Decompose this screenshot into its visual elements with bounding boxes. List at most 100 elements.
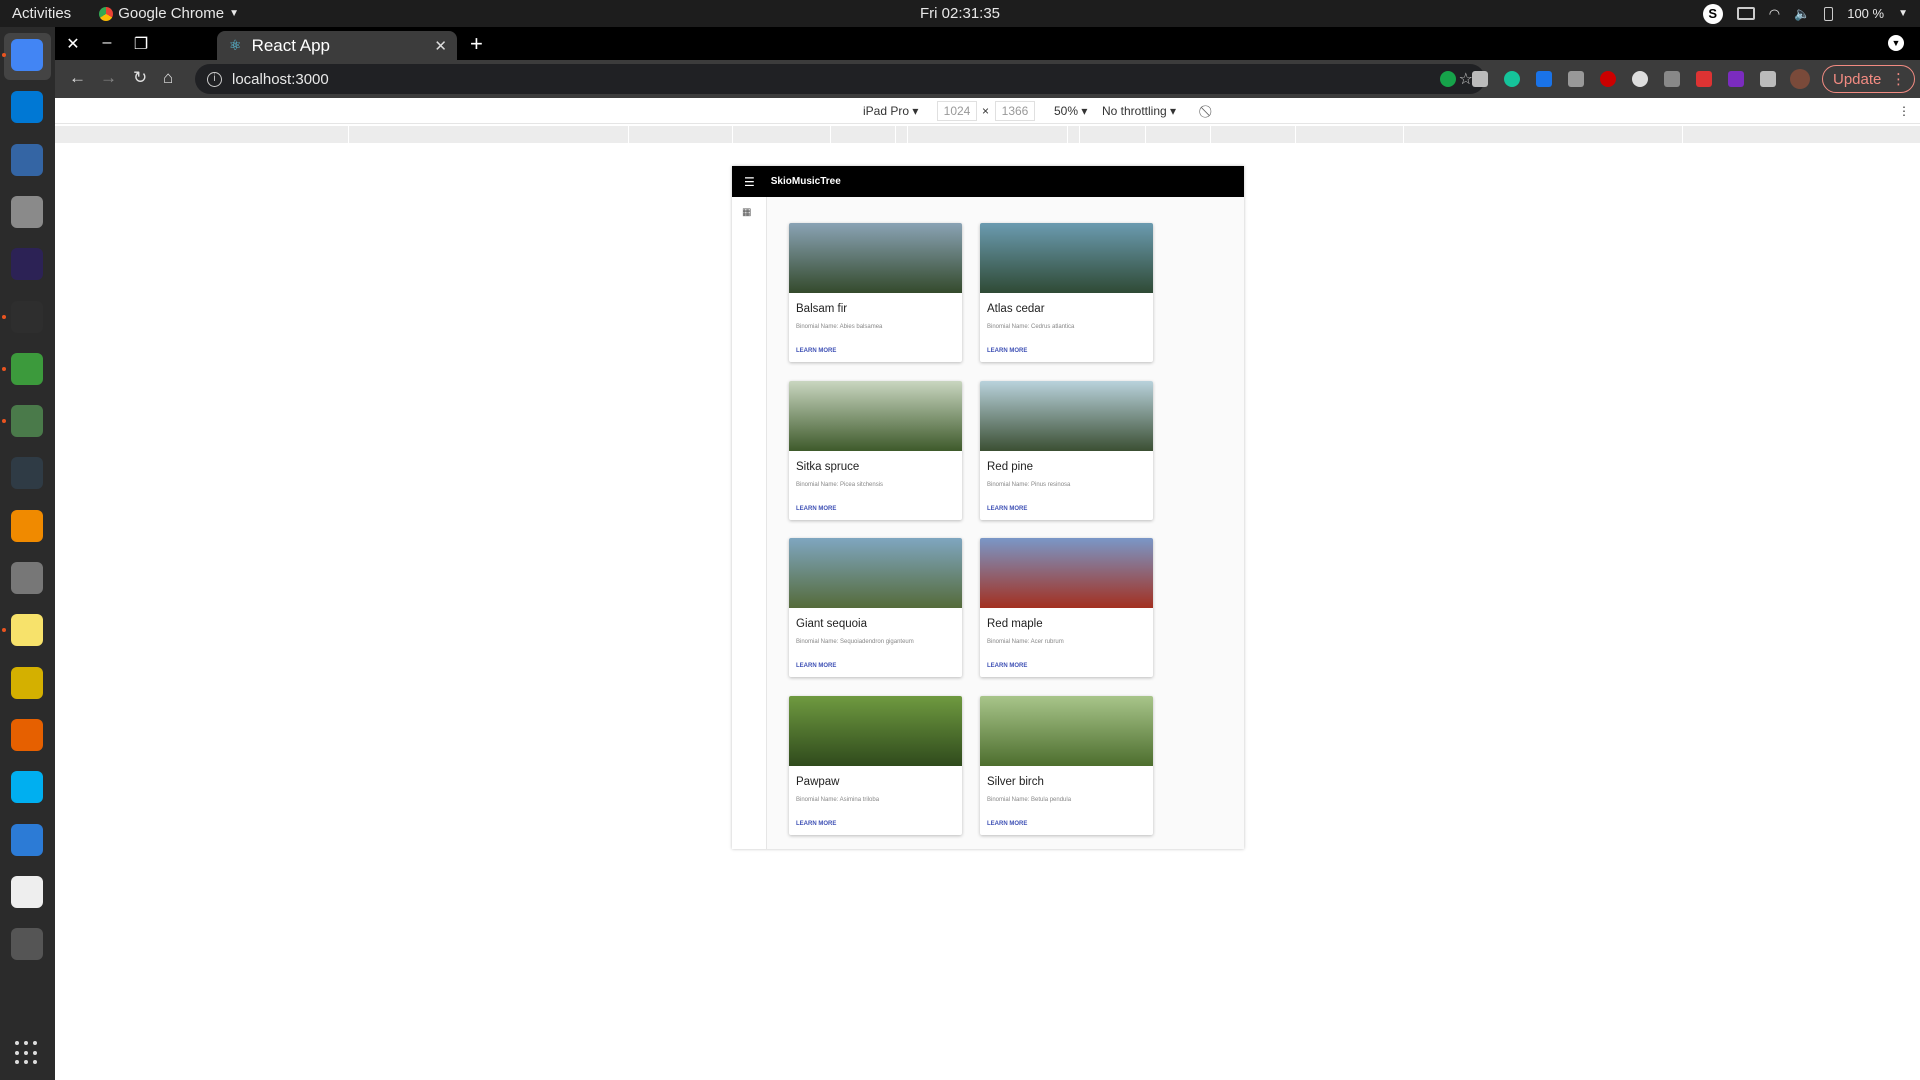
tree-card: Giant sequoia Binomial Name: Sequoiadendr… <box>789 538 962 677</box>
ublock-icon[interactable] <box>1600 71 1616 87</box>
settings-icon[interactable] <box>11 562 43 594</box>
file-cabinet-icon[interactable] <box>11 195 43 228</box>
window-minimize-icon[interactable]: – <box>97 34 117 52</box>
dock <box>0 27 55 1080</box>
tree-image <box>789 695 962 766</box>
tree-name: Silver birch <box>987 775 1044 788</box>
wifi-icon: ◠ <box>1768 5 1781 21</box>
node-app-icon[interactable] <box>11 405 43 438</box>
learn-more-button[interactable]: LEARN MORE <box>796 506 836 512</box>
site-info-icon[interactable]: i <box>207 71 222 87</box>
chevron-down-icon: ▼ <box>1898 8 1908 19</box>
viewport-height-input[interactable]: 1366 <box>995 101 1035 121</box>
vscode-icon[interactable] <box>11 91 43 124</box>
ruler-segment[interactable] <box>895 126 896 143</box>
ruler-segment[interactable] <box>732 126 733 143</box>
firefox-icon[interactable] <box>11 718 43 751</box>
back-button[interactable]: ← <box>69 68 86 88</box>
viewport-width-input[interactable]: 1024 <box>937 101 977 121</box>
dashboard-icon[interactable]: ▦ <box>742 207 751 218</box>
learn-more-button[interactable]: LEARN MORE <box>796 821 836 827</box>
ruler-segment[interactable] <box>1403 126 1404 143</box>
app-menu[interactable]: Google Chrome ▼ <box>99 5 239 22</box>
running-indicator <box>2 366 6 371</box>
vlc-icon[interactable] <box>11 509 43 542</box>
device-select[interactable]: iPad Pro ▾ <box>863 104 918 118</box>
update-label: Update <box>1833 70 1882 88</box>
charts-icon[interactable] <box>11 823 43 856</box>
extension-gray-icon[interactable] <box>1568 71 1584 87</box>
bookmark-star-icon[interactable]: ☆ <box>1459 69 1473 89</box>
system-monitor-icon[interactable] <box>11 457 43 490</box>
tab-search-icon[interactable]: ▼ <box>1888 35 1904 51</box>
home-button[interactable]: ⌂ <box>163 68 173 88</box>
ruler-segment[interactable] <box>1295 126 1296 143</box>
learn-more-button[interactable]: LEARN MORE <box>987 506 1027 512</box>
extension-cow-icon[interactable] <box>1632 71 1648 87</box>
activities-button[interactable]: Activities <box>12 5 71 22</box>
learn-more-button[interactable]: LEARN MORE <box>987 348 1027 354</box>
tree-card: Sitka spruce Binomial Name: Picea sitchen… <box>789 380 962 520</box>
ruler-segment[interactable] <box>1145 126 1146 143</box>
ruler-segment[interactable] <box>628 126 629 143</box>
throttling-select[interactable]: No throttling ▾ <box>1102 104 1176 118</box>
skype-icon[interactable] <box>11 771 43 804</box>
skype-tray-icon[interactable]: S <box>1702 3 1723 24</box>
ruler-segment[interactable] <box>348 126 349 143</box>
app-menu-label: Google Chrome <box>118 5 225 22</box>
ruler-segment[interactable] <box>830 126 831 143</box>
more-options-icon[interactable]: ⋮ <box>1898 104 1910 118</box>
ruler-segment[interactable] <box>1067 126 1068 143</box>
network-manager-icon[interactable] <box>11 143 43 176</box>
clock[interactable]: Fri 02:31:35 <box>920 5 1000 22</box>
ruler-segment[interactable] <box>1079 126 1080 143</box>
window-close-icon[interactable]: ✕ <box>63 34 83 54</box>
extension-stack-icon[interactable] <box>1664 71 1680 87</box>
tab-strip: ✕ – ❐ ⚛ React App ✕ + ▼ <box>55 27 1920 60</box>
extension-red-icon[interactable] <box>1696 71 1712 87</box>
tree-name: Pawpaw <box>796 775 840 788</box>
extension-green-icon[interactable] <box>1440 71 1456 87</box>
tab-react-app[interactable]: ⚛ React App ✕ <box>217 31 457 60</box>
learn-more-button[interactable]: LEARN MORE <box>987 821 1027 827</box>
ruler-icon[interactable] <box>11 666 43 699</box>
eclipse-icon[interactable] <box>11 248 43 281</box>
url-text: localhost:3000 <box>232 70 329 88</box>
code-editor-icon[interactable] <box>11 875 43 908</box>
ruler-segment[interactable] <box>1682 126 1683 143</box>
app-brand: SkioMusicTree <box>770 176 841 187</box>
window-icon[interactable] <box>1736 7 1755 20</box>
show-applications-icon[interactable] <box>15 1041 39 1065</box>
ruler-segment[interactable] <box>907 126 908 143</box>
tab-close-icon[interactable]: ✕ <box>434 37 447 55</box>
tree-card: Atlas cedar Binomial Name: Cedrus atlanti… <box>980 223 1153 362</box>
notes-icon[interactable] <box>11 614 43 647</box>
hamburger-menu-icon[interactable]: ☰ <box>744 175 755 189</box>
grammarly-icon[interactable] <box>1504 71 1520 87</box>
extension-blue-icon[interactable] <box>1536 71 1552 87</box>
forward-button[interactable]: → <box>100 68 117 88</box>
extension-v-icon[interactable] <box>1472 71 1488 87</box>
zoom-select[interactable]: 50% ▾ <box>1054 104 1087 118</box>
tree-image <box>789 380 962 451</box>
update-button[interactable]: Update ⋮ <box>1822 65 1915 93</box>
running-indicator <box>2 53 6 57</box>
learn-more-button[interactable]: LEARN MORE <box>796 663 836 669</box>
reload-button[interactable]: ↻ <box>133 68 147 88</box>
ruler-segment[interactable] <box>1210 126 1211 143</box>
extension-purple-icon[interactable] <box>1728 71 1744 87</box>
learn-more-button[interactable]: LEARN MORE <box>987 663 1027 669</box>
extensions-puzzle-icon[interactable] <box>1760 71 1776 87</box>
system-tray[interactable]: S ◠ 🔈 100 % ▼ <box>1702 3 1908 24</box>
terminal-icon[interactable] <box>11 300 43 333</box>
software-updater-icon[interactable] <box>11 928 43 961</box>
learn-more-button[interactable]: LEARN MORE <box>796 348 836 354</box>
battery-percent: 100 % <box>1847 6 1885 21</box>
new-tab-button[interactable]: + <box>470 31 483 57</box>
chrome-icon[interactable] <box>11 39 43 71</box>
address-bar[interactable]: i localhost:3000 ☆ <box>195 64 1485 94</box>
profile-avatar[interactable] <box>1790 69 1810 89</box>
more-vert-icon: ⋮ <box>1891 71 1906 88</box>
robo3t-icon[interactable] <box>11 352 43 385</box>
window-restore-icon[interactable]: ❐ <box>131 34 151 54</box>
